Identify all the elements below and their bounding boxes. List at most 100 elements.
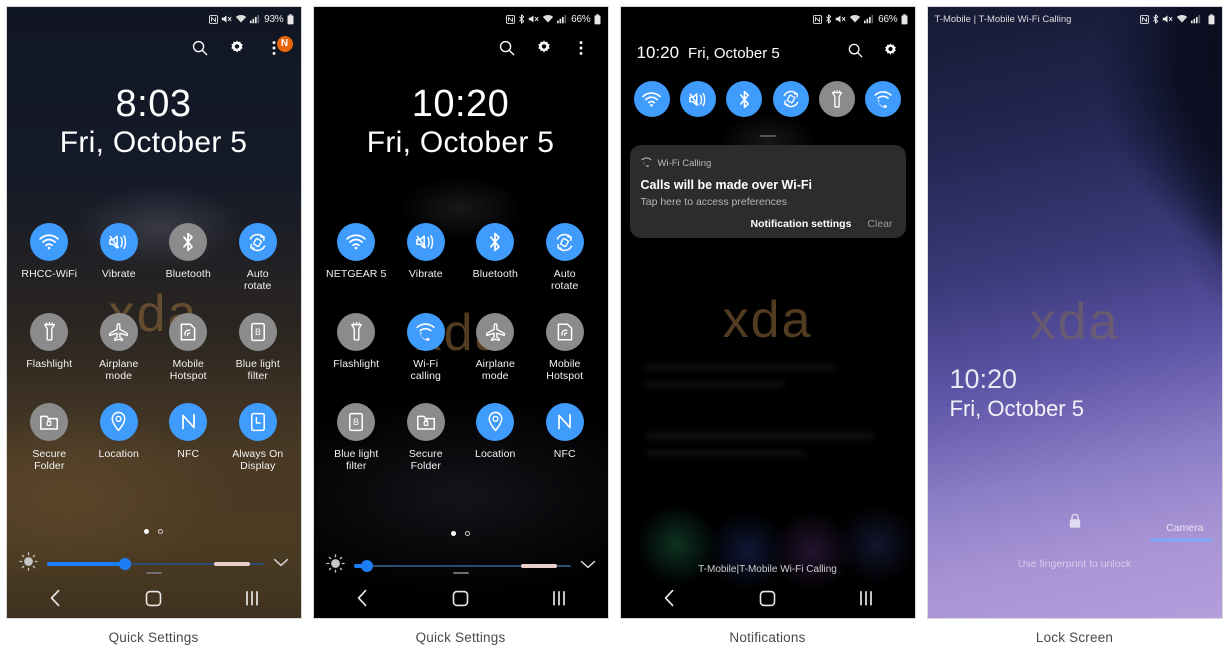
qs-tile-netgear-wifi[interactable]: NETGEAR 5 bbox=[323, 223, 389, 293]
pager-dot[interactable] bbox=[465, 531, 470, 536]
qs-tile-label: Secure Folder bbox=[32, 447, 67, 472]
slider-thumb[interactable] bbox=[118, 558, 131, 570]
gear-icon[interactable] bbox=[228, 39, 248, 59]
qs-tile-flashlight[interactable]: Flashlight bbox=[16, 312, 82, 383]
mute-icon bbox=[221, 14, 232, 24]
qs-tile-vibrate[interactable]: Vibrate bbox=[86, 223, 152, 293]
qs-header-1: N bbox=[7, 31, 301, 67]
toggle-flashlight[interactable] bbox=[818, 81, 855, 117]
qs-tile-nfc[interactable]: NFC bbox=[532, 402, 598, 473]
qs-tile-auto-rotate[interactable]: Auto rotate bbox=[532, 223, 598, 293]
back-icon[interactable] bbox=[647, 585, 693, 611]
status-bar-1: 93% bbox=[7, 7, 301, 31]
qs-tile-label: Location bbox=[475, 447, 516, 460]
notification-card[interactable]: Wi-Fi Calling Calls will be made over Wi… bbox=[629, 145, 906, 238]
toggle-wifi-calling[interactable] bbox=[865, 81, 902, 117]
brightness-track[interactable] bbox=[46, 558, 264, 570]
clock-date: Fri, October 5 bbox=[366, 125, 555, 159]
qs-tile-secure-folder[interactable]: Secure Folder bbox=[393, 402, 459, 473]
notification-settings-button[interactable]: Notification settings bbox=[750, 218, 851, 230]
svg-text:B: B bbox=[353, 417, 359, 427]
home-icon[interactable] bbox=[745, 585, 791, 611]
camera-shortcut-label[interactable]: Camera bbox=[1166, 522, 1203, 534]
screenshot-board: xda 93% N 8:03 Fri, October 5 RHCC-WiFi … bbox=[0, 0, 1228, 655]
phone-screen-2: xda 66% 10:20 Fri, October 5 NETGEAR 5 V… bbox=[312, 6, 609, 619]
clear-button[interactable]: Clear bbox=[867, 218, 892, 230]
toggle-vibrate[interactable] bbox=[679, 81, 716, 117]
qs-tile-label: Flashlight bbox=[26, 357, 73, 370]
search-icon[interactable] bbox=[191, 39, 211, 59]
pager-dot[interactable] bbox=[158, 529, 163, 534]
toggle-wifi[interactable] bbox=[633, 81, 670, 117]
recents-icon[interactable] bbox=[536, 585, 582, 611]
gear-icon[interactable] bbox=[535, 39, 555, 59]
nav-bar-1 bbox=[7, 578, 301, 618]
unlock-hint: Use fingerprint to unlock bbox=[1017, 558, 1132, 570]
status-bar-carrier: T-Mobile | T-Mobile Wi-Fi Calling bbox=[934, 13, 1072, 25]
qs-tile-rhcc-wifi[interactable]: RHCC-WiFi bbox=[16, 223, 82, 293]
qs-tile-secure-folder[interactable]: Secure Folder bbox=[16, 402, 82, 473]
flashlight-icon bbox=[30, 312, 69, 351]
toggle-auto-rotate[interactable] bbox=[772, 81, 809, 117]
battery-icon bbox=[901, 13, 908, 25]
back-icon[interactable] bbox=[340, 585, 386, 611]
wifi-icon bbox=[849, 14, 861, 24]
qs-tile-nfc[interactable]: NFC bbox=[155, 402, 221, 473]
brightness-icon bbox=[325, 554, 345, 578]
clock-time: 10:20 bbox=[949, 364, 1018, 394]
qs-tile-blue-light-filter[interactable]: B Blue light filter bbox=[323, 402, 389, 473]
toggle-bluetooth[interactable] bbox=[726, 81, 763, 117]
recents-icon[interactable] bbox=[843, 585, 889, 611]
chevron-down-icon[interactable] bbox=[580, 557, 596, 575]
notif-header-clock: 10:20 Fri, October 5 bbox=[637, 43, 847, 63]
status-bar-icons: 93% bbox=[209, 14, 293, 25]
qs-tile-blue-light-filter[interactable]: B Blue light filter bbox=[225, 312, 291, 383]
blurred-notification-line bbox=[644, 381, 785, 388]
qs-tile-always-on-display[interactable]: Always On Display bbox=[225, 402, 291, 473]
slider-thumb[interactable] bbox=[360, 560, 373, 572]
qs-tile-location[interactable]: Location bbox=[462, 402, 528, 473]
gear-icon[interactable] bbox=[882, 42, 899, 64]
chevron-down-icon[interactable] bbox=[273, 555, 289, 573]
qs-tile-bluetooth[interactable]: Bluetooth bbox=[462, 223, 528, 293]
status-bar-3: 66% bbox=[621, 7, 915, 31]
qs-tile-airplane-mode[interactable]: Airplane mode bbox=[462, 312, 528, 383]
more-icon[interactable]: N bbox=[265, 36, 293, 59]
qs-tile-row: NETGEAR 5 Vibrate Bluetooth Auto rotate bbox=[314, 223, 608, 293]
phone-screen-1: xda 93% N 8:03 Fri, October 5 RHCC-WiFi … bbox=[5, 6, 302, 619]
brightness-slider-row-2[interactable] bbox=[314, 553, 608, 579]
qs-tile-auto-rotate[interactable]: Auto rotate bbox=[225, 223, 291, 293]
secure-folder-icon bbox=[30, 402, 69, 441]
notification-title: Calls will be made over Wi-Fi bbox=[640, 178, 812, 192]
notification-actions: Notification settings Clear bbox=[641, 214, 895, 232]
home-icon[interactable] bbox=[131, 585, 177, 611]
recents-icon[interactable] bbox=[229, 585, 275, 611]
qs-tile-flashlight[interactable]: Flashlight bbox=[323, 312, 389, 383]
pager-dot-active[interactable] bbox=[451, 531, 456, 536]
status-bar-4: T-Mobile | T-Mobile Wi-Fi Calling bbox=[928, 7, 1222, 31]
bluetooth-icon bbox=[169, 223, 208, 261]
camera-shortcut-handle[interactable] bbox=[1149, 538, 1212, 542]
qs-tile-airplane-mode[interactable]: Airplane mode bbox=[86, 312, 152, 383]
pager-dot-active[interactable] bbox=[144, 529, 149, 534]
phone-screen-4: xda T-Mobile | T-Mobile Wi-Fi Calling 10… bbox=[926, 6, 1223, 619]
qs-tile-mobile-hotspot[interactable]: Mobile Hotspot bbox=[532, 312, 598, 383]
search-icon[interactable] bbox=[847, 42, 864, 64]
back-icon[interactable] bbox=[33, 585, 79, 611]
qs-pager-dots[interactable] bbox=[7, 529, 301, 534]
qs-tile-vibrate[interactable]: Vibrate bbox=[393, 223, 459, 293]
brightness-slider-row-1[interactable] bbox=[7, 551, 301, 577]
qs-tile-label: Mobile Hotspot bbox=[169, 357, 207, 383]
qs-tile-location[interactable]: Location bbox=[86, 402, 152, 473]
qs-tile-wifi-calling[interactable]: Wi-Fi calling bbox=[393, 312, 459, 383]
qs-tile-bluetooth[interactable]: Bluetooth bbox=[155, 223, 221, 293]
more-icon[interactable] bbox=[572, 39, 592, 59]
brightness-track[interactable] bbox=[353, 560, 571, 572]
status-badge: N bbox=[276, 36, 293, 52]
search-icon[interactable] bbox=[498, 39, 518, 59]
qs-tile-mobile-hotspot[interactable]: Mobile Hotspot bbox=[155, 312, 221, 383]
home-icon[interactable] bbox=[438, 585, 484, 611]
always-on-display-icon bbox=[238, 402, 277, 441]
handle-pill[interactable] bbox=[759, 135, 776, 137]
qs-pager-dots[interactable] bbox=[314, 531, 608, 536]
